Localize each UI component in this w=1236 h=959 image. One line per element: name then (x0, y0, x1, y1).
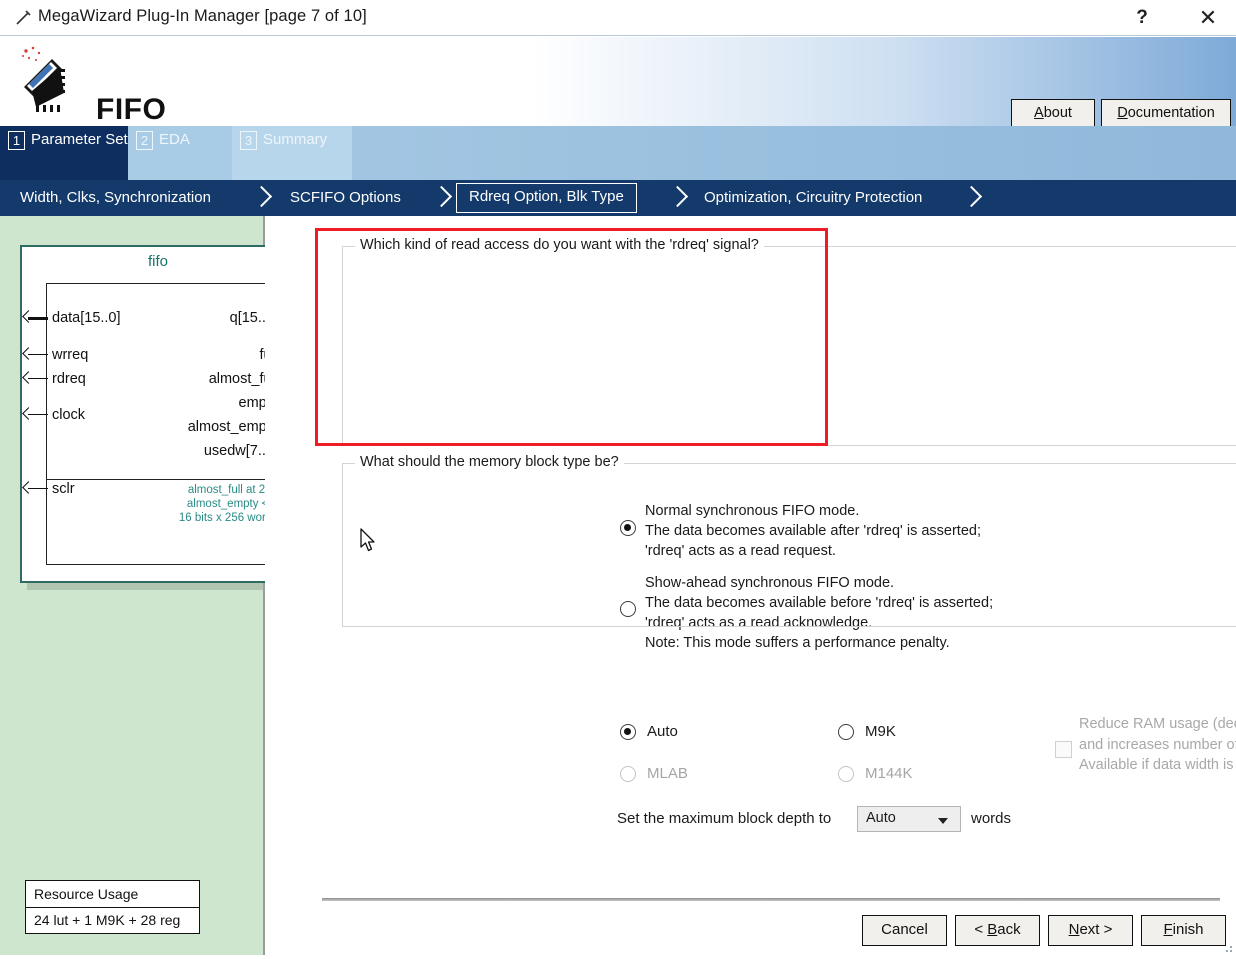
documentation-button[interactable]: Documentation (1101, 99, 1231, 128)
arrow-left-icon (22, 408, 34, 420)
tab-label: Parameter Settings (31, 131, 160, 148)
resource-usage-box: Resource Usage 24 lut + 1 M9K + 28 reg (25, 880, 200, 934)
tab-label: Summary (263, 131, 328, 148)
step-width-clks-synchronization[interactable]: Width, Clks, Synchronization (20, 180, 211, 216)
max-block-depth-label: Set the maximum block depth to (617, 810, 832, 827)
step-rdreq-option-blk-type[interactable]: Rdreq Option, Blk Type (456, 183, 637, 213)
tab-parameter-settings[interactable]: 1 Parameter Settings (0, 126, 159, 180)
arrow-left-icon (22, 311, 34, 323)
max-block-depth-suffix: words (971, 810, 1012, 827)
radio-auto[interactable] (620, 724, 636, 740)
memory-block-group: What should the memory block type be? (342, 454, 1236, 627)
tab-number: 1 (8, 131, 25, 150)
mouse-cursor (360, 528, 378, 554)
chevron-right-icon (962, 187, 984, 209)
pin-data: data[15..0] (52, 310, 121, 326)
reduce-ram-checkbox (1055, 741, 1072, 758)
chevron-right-icon (252, 187, 274, 209)
radio-mlab (620, 766, 636, 782)
reduce-ram-label: Reduce RAM usage (decreases speed and in… (1079, 716, 1236, 773)
radio-m144k-label: M144K (865, 765, 913, 782)
radio-m144k (838, 766, 854, 782)
tab-eda[interactable]: 2 EDA (128, 126, 232, 180)
chevron-right-icon (432, 187, 454, 209)
arrow-left-icon (22, 348, 34, 360)
rdreq-group-legend: Which kind of read access do you want wi… (355, 237, 764, 253)
resource-usage-title: Resource Usage (26, 881, 199, 908)
footer-separator (322, 898, 1220, 901)
max-block-depth-value: Auto (866, 810, 896, 826)
radio-auto-label[interactable]: Auto (647, 723, 678, 740)
help-button[interactable]: ? (1114, 0, 1170, 36)
memory-block-group-legend: What should the memory block type be? (355, 454, 624, 470)
pin-wrreq: wrreq (52, 347, 89, 363)
tab-summary[interactable]: 3 Summary (232, 126, 352, 180)
magic-wand-icon (14, 9, 32, 27)
radio-mlab-label: MLAB (647, 765, 688, 782)
radio-m9k-label[interactable]: M9K (865, 723, 896, 740)
close-button[interactable]: ✕ (1180, 0, 1236, 36)
symbol-note-size: 16 bits x 256 words (178, 512, 278, 524)
chevron-down-icon (938, 818, 948, 824)
tab-number: 2 (136, 131, 153, 150)
step-scfifo-options[interactable]: SCFIFO Options (290, 180, 401, 216)
next-button[interactable]: Next > (1048, 915, 1133, 946)
about-button[interactable]: About (1011, 99, 1095, 128)
resize-grip[interactable] (1222, 941, 1234, 953)
symbol-title: fifo (147, 253, 168, 270)
wizard-tabs: 1 Parameter Settings 2 EDA 3 Summary (0, 126, 1236, 180)
pin-clock: clock (52, 407, 86, 423)
max-block-depth-select[interactable]: Auto (857, 806, 961, 832)
resource-usage-value: 24 lut + 1 M9K + 28 reg (34, 912, 181, 928)
window-title: MegaWizard Plug-In Manager [page 7 of 10… (38, 7, 367, 25)
brand-title: FIFO (96, 93, 167, 126)
arrow-left-icon (22, 372, 34, 384)
radio-m9k[interactable] (838, 724, 854, 740)
tab-label: EDA (159, 131, 190, 148)
back-button[interactable]: < Back (955, 915, 1040, 946)
finish-button[interactable]: Finish (1141, 915, 1226, 946)
title-bar: MegaWizard Plug-In Manager [page 7 of 10… (0, 0, 1236, 36)
cancel-button[interactable]: Cancel (862, 915, 947, 946)
tab-number: 3 (240, 131, 257, 150)
pin-sclr: sclr (52, 481, 75, 497)
chevron-right-icon (668, 187, 690, 209)
step-optimization-circuitry-protection[interactable]: Optimization, Circuitry Protection (704, 180, 922, 216)
symbol-separator (46, 479, 268, 481)
fifo-chip-icon (12, 43, 92, 119)
rdreq-group: Which kind of read access do you want wi… (342, 237, 1236, 446)
tab-filler (352, 126, 1236, 180)
banner: FIFO About Documentation (0, 37, 1236, 128)
fifo-symbol-diagram: fifo data[15..0] wrreq rdreq clock sclr … (20, 245, 292, 583)
arrow-left-icon (22, 482, 34, 494)
pin-rdreq: rdreq (52, 371, 86, 387)
content-area: Which kind of read access do you want wi… (265, 216, 1236, 955)
step-breadcrumb: Width, Clks, Synchronization SCFIFO Opti… (0, 180, 1236, 216)
